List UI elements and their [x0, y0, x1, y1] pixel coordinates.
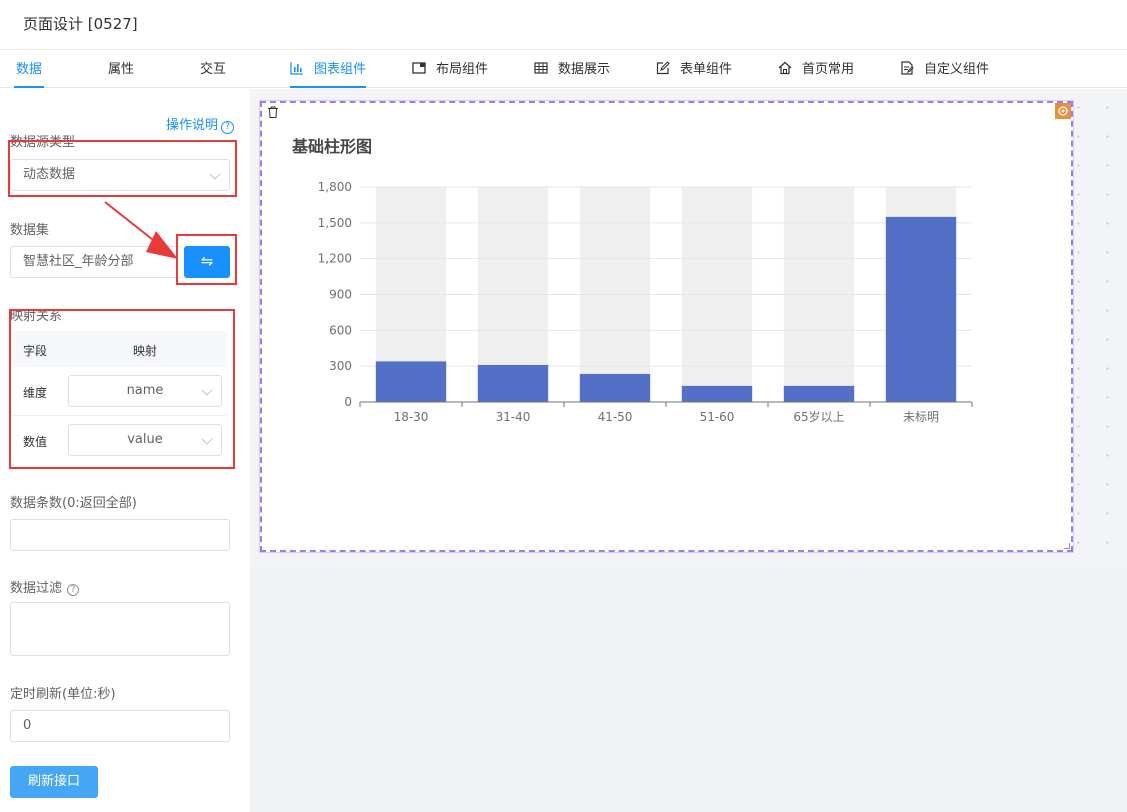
y-tick-label: 300: [329, 359, 352, 373]
help-circle-icon: ?: [221, 121, 235, 134]
y-tick-label: 600: [329, 323, 352, 337]
y-tick-label: 900: [329, 288, 352, 302]
tab-home-common[interactable]: 首页常用: [778, 52, 854, 88]
refresh-api-button[interactable]: 刷新接口: [10, 766, 98, 798]
x-tick-label: 未标明: [903, 410, 939, 424]
y-tick-label: 1,200: [318, 252, 352, 266]
x-tick-label: 18-30: [394, 410, 429, 424]
tab-label: 数据展示: [558, 62, 611, 77]
bar: [681, 385, 753, 402]
custom-doc-icon: [901, 61, 914, 75]
refresh-interval-value: 0: [23, 718, 32, 733]
tab-properties[interactable]: 属性: [108, 52, 134, 88]
bar-chart: 0 300 600 900 1,200 1,500 1,800 18-30 31-40 41-50…: [318, 180, 973, 424]
tab-label: 图表组件: [314, 62, 367, 77]
x-tick-label: 31-40: [496, 410, 531, 424]
layout-icon: [412, 62, 426, 74]
tab-label: 表单组件: [680, 62, 733, 77]
bar: [579, 373, 651, 402]
help-link[interactable]: 操作说明?: [166, 114, 235, 134]
home-icon: [778, 61, 792, 75]
bar: [477, 364, 549, 402]
tab-label: 首页常用: [802, 62, 855, 77]
highlight-box: [9, 309, 235, 469]
edit-icon: [656, 61, 670, 75]
tab-data[interactable]: 数据: [13, 52, 45, 88]
top-bar: 页面设计 [0527]: [0, 0, 1127, 50]
bar: [375, 361, 447, 402]
left-panel-tabs: 数据 属性 交互: [0, 52, 250, 88]
y-tick-label: 1,500: [318, 216, 352, 230]
tab-data-display[interactable]: 数据展示: [534, 52, 610, 88]
tab-custom-components[interactable]: 自定义组件: [900, 52, 989, 88]
refresh-interval-label: 定时刷新(单位:秒): [10, 687, 116, 702]
data-count-label: 数据条数(0:返回全部): [10, 496, 137, 511]
x-tick-label: 65岁以上: [793, 409, 844, 424]
help-circle-icon[interactable]: ?: [67, 584, 80, 596]
bar: [885, 216, 957, 402]
dataset-label: 数据集: [10, 223, 50, 238]
data-config-panel: 操作说明? 数据源类型 动态数据 数据集 智慧社区_年龄分部 ⇋ 映射关系 字段…: [0, 89, 250, 812]
tab-chart-components[interactable]: 图表组件: [290, 52, 367, 88]
annotation-arrow-icon: [104, 201, 178, 259]
bar: [783, 385, 855, 402]
chart-widget[interactable]: 基础柱形图 0 300 600 900 1,200 1,500 1,800 18-30 31-4…: [260, 101, 1073, 552]
tab-form-components[interactable]: 表单组件: [656, 52, 732, 88]
tab-label: 布局组件: [436, 62, 489, 77]
component-tabs: 图表组件 布局组件 数据展示 表单组件 首页常用 自定义组件: [250, 52, 1127, 88]
data-filter-label: 数据过滤?: [10, 577, 80, 596]
refresh-interval-input[interactable]: 0: [10, 710, 230, 742]
tab-interaction[interactable]: 交互: [200, 52, 226, 88]
y-tick-label: 0: [344, 395, 352, 409]
data-filter-label-text: 数据过滤: [10, 581, 63, 596]
help-link-label: 操作说明: [166, 118, 219, 133]
highlight-box: [8, 140, 237, 197]
table-icon: [534, 62, 548, 74]
page-title: 页面设计 [0527]: [23, 15, 138, 33]
bar-chart-icon: [290, 62, 303, 75]
tab-label: 自定义组件: [924, 62, 990, 77]
design-canvas: 基础柱形图 0 300 600 900 1,200 1,500 1,800 18-30 31-4…: [250, 89, 1127, 812]
data-count-input[interactable]: [10, 519, 230, 551]
x-tick-label: 51-60: [700, 410, 735, 424]
data-filter-textarea[interactable]: [10, 602, 230, 656]
tab-layout-components[interactable]: 布局组件: [412, 52, 488, 88]
x-tick-label: 41-50: [598, 410, 633, 424]
y-tick-label: 1,800: [318, 180, 352, 194]
